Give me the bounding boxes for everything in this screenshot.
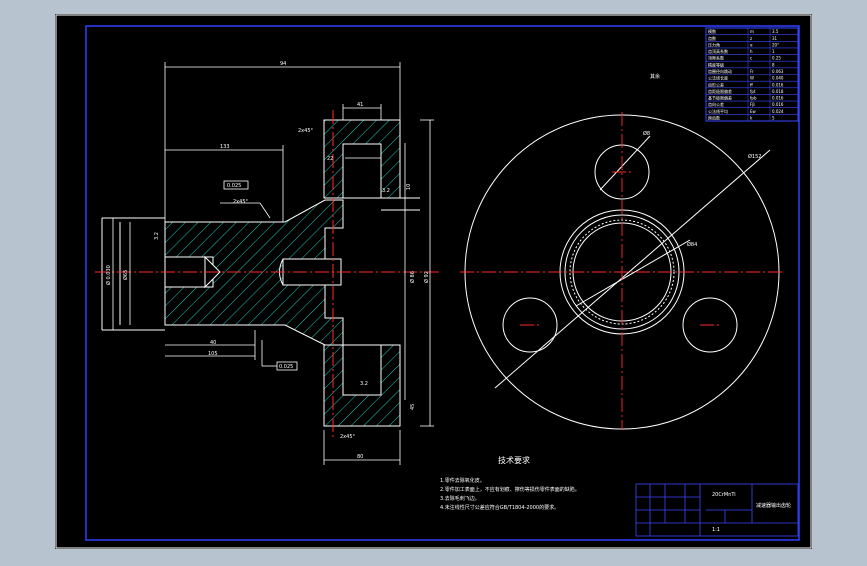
dim-vert-right: Ø 92 [423,271,430,283]
dim-bottom-a: 40 [210,340,216,346]
title-material: 20CrMnTi [712,492,736,498]
title-drawing-name: 减速器输出齿轮 [756,502,791,509]
roughness-b: 3.2 [382,188,390,194]
dim-vert-left: Ø 0.030 [105,265,112,285]
param-cell: 压力角 [708,41,720,47]
dim-bottom-b: 105 [208,351,218,357]
dim-total-length: 94 [280,61,286,67]
param-cell: Fβ [750,102,755,107]
param-cell: 0.016 [772,102,784,107]
tech-item-4: 4.未注线性尺寸公差应符合GB/T1804-2000的要求。 [440,504,559,511]
param-cell: 顶隙系数 [708,55,724,61]
roughness-c: 3.2 [360,381,368,387]
param-cell: 齿向公差 [708,101,724,107]
param-cell: 0.25 [772,56,781,61]
cad-window: 94 133 41 2x45° 2x45° 22 10 40 105 2x45°… [0,0,867,562]
engineering-drawing: 94 133 41 2x45° 2x45° 22 10 40 105 2x45°… [55,14,812,549]
param-cell: 20° [772,42,779,47]
roughness-note: 其余 [650,73,660,80]
param-cell: fpt [750,89,756,94]
dim-vert-mid: Ø65 [122,270,129,280]
dim-slot: 10 [406,184,412,190]
param-cell: W [750,76,754,81]
dim-chamfer-b: 2x45° [233,199,249,205]
tech-item-2: 2.零件加工表面上，不应有划痕、擦伤等损伤零件表面的缺陷。 [440,486,580,493]
dim-groove: 22 [327,156,333,162]
dim-flange-thickness: 41 [357,102,363,108]
dim-hub-length: 133 [220,144,230,150]
param-cell: 齿数 [708,35,716,41]
dim-bolt-circle: Ø152 [748,153,761,160]
param-cell: 模数 [708,28,716,34]
param-cell: 3.5 [772,29,779,34]
param-cell: m [750,29,754,34]
param-cell: 精度等级 [708,61,724,67]
param-cell: 31 [772,36,778,41]
param-cell: 齿圈径向跳动 [708,68,732,74]
dim-chamfer-c: 2x45° [340,434,356,440]
param-cell: 0.018 [772,89,784,94]
param-cell: z [750,36,752,41]
roughness-a: 3.2 [154,232,160,240]
param-cell: 齿形公差 [708,81,724,87]
dim-vert-hub: Ø 86 [409,271,416,283]
tech-requirements-title: 技术要求 [498,455,530,465]
param-cell: Fr [750,69,754,74]
param-cell: 公法线长度 [708,75,728,81]
tolerance-value-top: 0.025 [227,183,241,189]
param-cell: 公法线平均 [708,108,728,114]
title-scale: 1:1 [712,527,720,533]
param-cell: ff [750,82,753,87]
param-cell: 0.016 [772,96,784,101]
tech-item-1: 1.零件去除氧化皮。 [440,477,485,484]
dim-bottom-e: 80 [357,454,363,460]
param-cell: 基节极限偏差 [708,95,732,101]
param-cell: 0.040 [772,76,784,81]
param-cell: 跨齿数 [708,115,720,121]
tolerance-value-bottom: 0.025 [279,364,293,370]
dim-hole: Ø8 [643,130,650,137]
dim-bore: Ø84 [687,241,697,248]
param-cell: 0.063 [772,69,784,74]
dim-bottom-d: 45 [410,404,416,410]
param-cell: α [750,42,753,47]
param-cell: Ew [750,109,757,114]
param-cell: 齿距极限偏差 [708,88,732,94]
param-cell: fpb [750,96,757,101]
param-cell: c [750,56,752,61]
param-cell: 0.016 [772,82,784,87]
param-cell: 齿顶高系数 [708,48,728,54]
tech-item-3: 3.去除毛刺飞边。 [440,495,480,502]
dim-chamfer-a: 2x45° [298,128,314,134]
param-cell: 0.024 [772,109,784,114]
